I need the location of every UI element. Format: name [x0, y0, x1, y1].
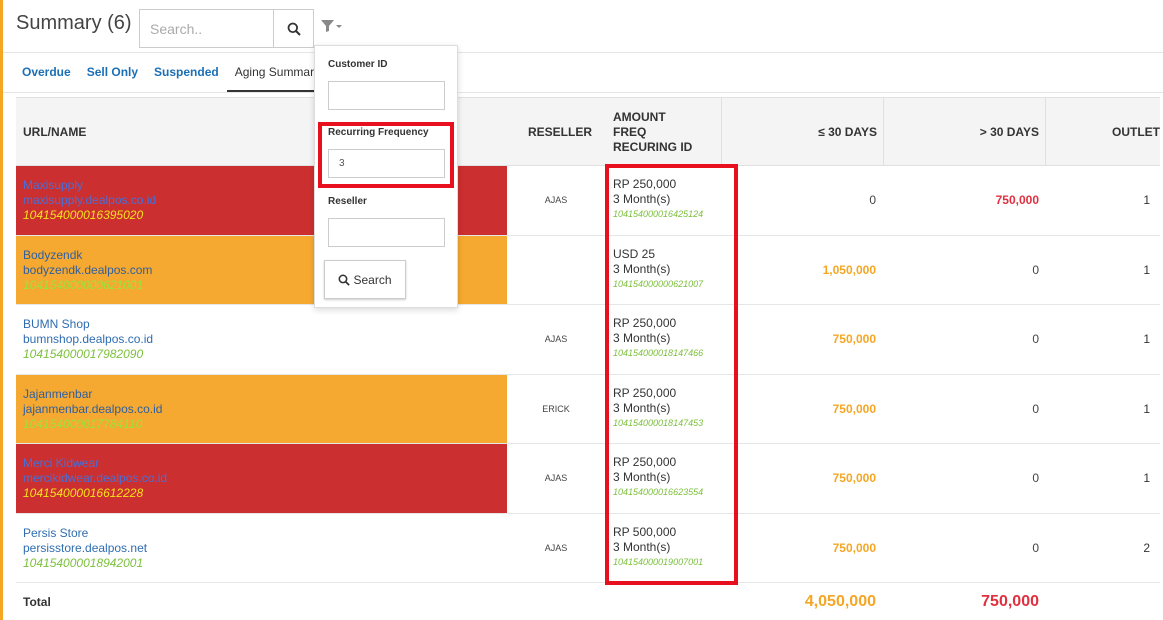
total-gt30-value: 750,000 — [981, 593, 1039, 610]
table-row: BUMN Shop bumnshop.dealpos.co.id 1041540… — [16, 305, 1160, 375]
column-header-gt30[interactable]: > 30 DAYS — [884, 98, 1046, 166]
table-row: Jajanmenbar jajanmenbar.dealpos.co.id 10… — [16, 374, 1160, 444]
customer-id-input[interactable] — [328, 81, 445, 110]
gt30-value: 0 — [1032, 540, 1039, 555]
customer-cell: Merci Kidwear mercikidwear.dealpos.co.id… — [16, 444, 507, 513]
tab-aging-summary[interactable]: Aging Summary — [226, 56, 329, 92]
customer-id: 104154000016612228 — [23, 486, 144, 500]
le30-value: 0 — [869, 193, 876, 208]
search-input[interactable] — [139, 9, 274, 48]
reseller-cell: AJAS — [544, 542, 568, 553]
column-header-recurring-id-label: RECURING ID — [613, 139, 693, 154]
total-le30-value: 4,050,000 — [804, 593, 876, 610]
le30-value: 750,000 — [832, 401, 876, 416]
le30-value: 750,000 — [832, 471, 876, 486]
reseller-cell: ERICK — [542, 403, 570, 414]
customer-url-link[interactable]: persisstore.dealpos.net — [23, 541, 500, 556]
column-header-url-name[interactable]: URL/NAME — [23, 98, 86, 166]
customer-cell: BUMN Shop bumnshop.dealpos.co.id 1041540… — [16, 305, 507, 374]
customer-name-link[interactable]: Merci Kidwear — [23, 456, 500, 471]
table-row: Merci Kidwear mercikidwear.dealpos.co.id… — [16, 444, 1160, 514]
column-header-outlet[interactable]: OUTLET — [1046, 98, 1160, 166]
gt30-value: 0 — [1032, 401, 1039, 416]
total-label: Total — [23, 595, 51, 609]
page-title: Summary (6) — [16, 12, 132, 34]
le30-value: 750,000 — [832, 332, 876, 347]
customer-url-link[interactable]: jajanmenbar.dealpos.co.id — [23, 402, 500, 417]
column-header-amount-label: AMOUNT — [613, 109, 666, 124]
column-header-reseller[interactable]: RESELLER — [528, 98, 592, 166]
filter-search-button-label: Search — [353, 272, 392, 287]
filter-search-button[interactable]: Search — [324, 260, 406, 299]
customer-url-link[interactable]: bumnshop.dealpos.co.id — [23, 332, 500, 347]
tab-sell-only[interactable]: Sell Only — [79, 56, 146, 92]
outlet-value: 1 — [1143, 471, 1150, 486]
tab-divider — [3, 92, 1163, 93]
customer-url-link[interactable]: mercikidwear.dealpos.co.id — [23, 471, 500, 486]
reseller-cell — [507, 236, 605, 305]
reseller-label: Reseller — [328, 196, 367, 207]
reseller-cell: AJAS — [544, 473, 568, 484]
customer-name-link[interactable]: BUMN Shop — [23, 317, 500, 332]
total-row: Total 4,050,000 750,000 — [16, 583, 1160, 620]
search-icon — [287, 22, 301, 36]
customer-id: 104154000017982090 — [23, 347, 144, 361]
search-button[interactable] — [273, 9, 314, 48]
tab-bar: Overdue Sell Only Suspended Aging Summar… — [14, 56, 329, 92]
filter-icon — [321, 20, 342, 32]
outlet-value: 1 — [1143, 262, 1150, 277]
customer-cell: Persis Store persisstore.dealpos.net 104… — [16, 514, 507, 583]
reseller-input[interactable] — [328, 218, 445, 247]
customer-cell: Jajanmenbar jajanmenbar.dealpos.co.id 10… — [16, 374, 507, 443]
column-header-le30[interactable]: ≤ 30 DAYS — [722, 98, 884, 166]
reseller-cell: AJAS — [544, 195, 568, 206]
outlet-value: 2 — [1143, 540, 1150, 555]
recurring-frequency-highlight — [318, 122, 454, 188]
le30-value: 1,050,000 — [822, 262, 876, 277]
customer-id: 104154000017784110 — [23, 416, 143, 431]
filter-button[interactable] — [320, 16, 348, 36]
gt30-value: 750,000 — [995, 193, 1039, 208]
table-header: URL/NAME RESELLER AMOUNT FREQ RECURING I… — [16, 97, 1160, 166]
accent-sidebar-strip — [0, 0, 3, 620]
amount-column-highlight — [605, 164, 738, 585]
outlet-value: 1 — [1143, 332, 1150, 347]
aging-summary-table: URL/NAME RESELLER AMOUNT FREQ RECURING I… — [16, 97, 1160, 620]
column-header-amount[interactable]: AMOUNT FREQ RECURING ID — [613, 98, 692, 166]
gt30-value: 0 — [1032, 262, 1039, 277]
column-header-freq-label: FREQ — [613, 124, 647, 139]
table-row: Maxisupply maxisupply.dealpos.co.id 1041… — [16, 166, 1160, 236]
le30-value: 750,000 — [832, 540, 876, 555]
outlet-value: 1 — [1143, 193, 1150, 208]
table-row: Bodyzendk bodyzendk.dealpos.com 10415400… — [16, 235, 1160, 305]
gt30-value: 0 — [1032, 332, 1039, 347]
outlet-value: 1 — [1143, 401, 1150, 416]
reseller-cell: AJAS — [544, 334, 568, 345]
tab-suspended[interactable]: Suspended — [146, 56, 227, 92]
search-icon — [338, 274, 351, 286]
tab-overdue[interactable]: Overdue — [14, 56, 79, 92]
customer-name-link[interactable]: Jajanmenbar — [23, 387, 500, 402]
gt30-value: 0 — [1032, 471, 1039, 486]
customer-id: 104154000018942001 — [23, 555, 144, 570]
table-row: Persis Store persisstore.dealpos.net 104… — [16, 514, 1160, 583]
customer-name-link[interactable]: Persis Store — [23, 526, 500, 541]
header-divider — [3, 52, 1163, 53]
customer-id-label: Customer ID — [328, 59, 388, 70]
